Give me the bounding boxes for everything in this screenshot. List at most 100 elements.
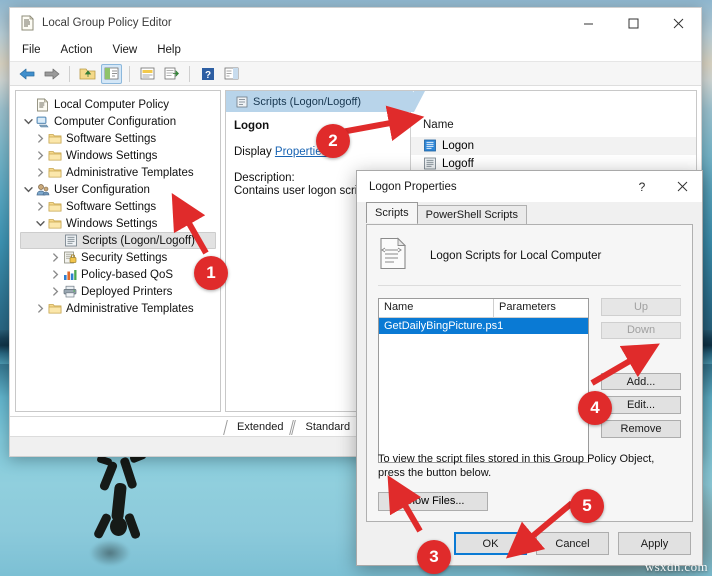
tab-powershell-scripts[interactable]: PowerShell Scripts [416,205,527,224]
chevron-down-icon[interactable] [22,117,35,126]
chevron-right-icon[interactable] [34,168,47,177]
display-row: Display Properties [234,146,400,158]
menu-item-file[interactable]: File [22,44,41,56]
scripts-icon [234,95,249,109]
tree-item-deployed-printers[interactable]: Deployed Printers [20,283,220,300]
chevron-right-icon[interactable] [49,287,62,296]
tree-item-label: Policy-based QoS [81,268,174,281]
up-folder-icon[interactable] [77,64,98,84]
show-files-note: To view the script files stored in this … [378,452,655,479]
tree-item-label: Software Settings [66,200,157,213]
folder-icon [47,200,62,214]
show-tree-icon[interactable] [101,63,122,84]
result-tab-scripts[interactable]: Scripts (Logon/Logoff) [226,91,425,112]
tree-item-policy-based-qos[interactable]: Policy-based QoS [20,266,220,283]
dialog-close-button[interactable] [662,171,702,202]
tree-item-software-settings[interactable]: Software Settings [20,198,220,215]
tab-scripts[interactable]: Scripts [366,202,418,223]
tree-root-local-computer-policy[interactable]: Local Computer Policy [20,96,220,113]
tree-item-administrative-templates[interactable]: Administrative Templates [20,164,220,181]
menu-item-view[interactable]: View [113,44,138,56]
window-buttons [566,8,701,38]
properties-link[interactable]: Properties [275,146,327,158]
tree-item-windows-settings[interactable]: Windows Settings [20,215,220,232]
column-header-name[interactable]: Name [379,299,494,317]
toolbar-separator [129,65,130,82]
policy-document-icon [35,97,50,112]
tree-root-label: Local Computer Policy [54,98,170,111]
tree-item-computer-configuration[interactable]: Computer Configuration [20,113,220,130]
window-titlebar[interactable]: Local Group Policy Editor [10,8,701,38]
handstand-figure-silhouette [86,450,156,543]
svg-text:?: ? [204,70,210,81]
forward-arrow-icon[interactable] [41,64,62,84]
tree-item-windows-settings[interactable]: Windows Settings [20,147,220,164]
figure-reflection [90,540,130,566]
menu-item-action[interactable]: Action [61,44,93,56]
chevron-right-icon[interactable] [34,151,47,160]
chevron-down-icon[interactable] [22,185,35,194]
tree-scroll-area[interactable]: Local Computer Policy Computer Configura… [20,96,220,411]
menu-item-help[interactable]: Help [157,44,181,56]
tree-item-software-settings[interactable]: Software Settings [20,130,220,147]
chevron-right-icon[interactable] [34,134,47,143]
close-button[interactable] [656,8,701,38]
ok-button[interactable]: OK [454,532,527,555]
export-list-icon[interactable] [161,64,182,84]
tree-items: Computer Configuration Software Settings W… [20,113,220,317]
user-icon [35,183,50,197]
dialog-help-button[interactable]: ? [622,171,662,202]
chevron-right-icon[interactable] [49,253,62,262]
script-list-row[interactable]: GetDailyBingPicture.ps1 [379,318,588,334]
chevron-down-icon[interactable] [34,219,47,228]
edit-button[interactable]: Edit... [601,396,681,415]
menu-bar: File Action View Help [10,38,701,61]
scripts-list-row: Name Parameters GetDailyBingPicture.ps1 … [378,286,681,463]
maximize-button[interactable] [611,8,656,38]
cancel-button[interactable]: Cancel [536,532,609,555]
properties-icon[interactable] [137,64,158,84]
dialog-titlebar[interactable]: Logon Properties ? [357,171,702,202]
tree-item-label: Administrative Templates [66,302,194,315]
help-icon[interactable]: ? [197,64,218,84]
show-action-pane-icon[interactable] [221,64,242,84]
dialog-tabs: Scripts PowerShell Scripts [366,202,693,224]
column-header-parameters[interactable]: Parameters [494,299,588,317]
console-tree-pane[interactable]: Local Computer Policy Computer Configura… [15,90,221,412]
tree-item-scripts-logon-logoff[interactable]: Scripts (Logon/Logoff) [20,232,216,249]
scripts-icon [63,234,78,248]
dialog-footer: OK Cancel Apply [357,522,702,565]
chevron-right-icon[interactable] [34,304,47,313]
apply-button[interactable]: Apply [618,532,691,555]
result-tab-label: Scripts (Logon/Logoff) [253,95,362,108]
remove-button[interactable]: Remove [601,420,681,438]
up-button[interactable]: Up [601,298,681,316]
add-button[interactable]: Add... [601,372,681,391]
policy-document-icon [20,15,35,31]
tree-item-label: Administrative Templates [66,166,194,179]
window-title: Local Group Policy Editor [42,17,172,29]
folder-icon [47,149,62,163]
chevron-right-icon[interactable] [34,202,47,211]
tree-item-label: Windows Settings [66,149,158,162]
tree-item-label: Software Settings [66,132,157,145]
show-files-button[interactable]: Show Files... [378,491,488,511]
tree-item-user-configuration[interactable]: User Configuration [20,181,220,198]
dialog-inner: Scripts PowerShell Scripts Logon Scripts… [357,202,702,522]
minimize-button[interactable] [566,8,611,38]
tab-extended[interactable]: Extended [225,419,293,436]
tree-item-security-settings[interactable]: Security Settings [20,249,220,266]
tab-standard[interactable]: Standard [293,419,360,436]
chevron-right-icon[interactable] [49,270,62,279]
down-button[interactable]: Down [601,321,681,340]
qos-chart-icon [62,268,77,282]
tree-item-label: Security Settings [81,251,168,264]
toolbar-separator [69,65,70,82]
tree-item-administrative-templates[interactable]: Administrative Templates [20,300,220,317]
panel-heading: Logon Scripts for Local Computer [430,250,602,262]
folder-icon [47,302,62,316]
tree-item-label: Deployed Printers [81,285,173,298]
back-arrow-icon[interactable] [17,64,38,84]
script-file-icon [378,237,408,275]
result-row-logon[interactable]: Logon [411,137,696,155]
